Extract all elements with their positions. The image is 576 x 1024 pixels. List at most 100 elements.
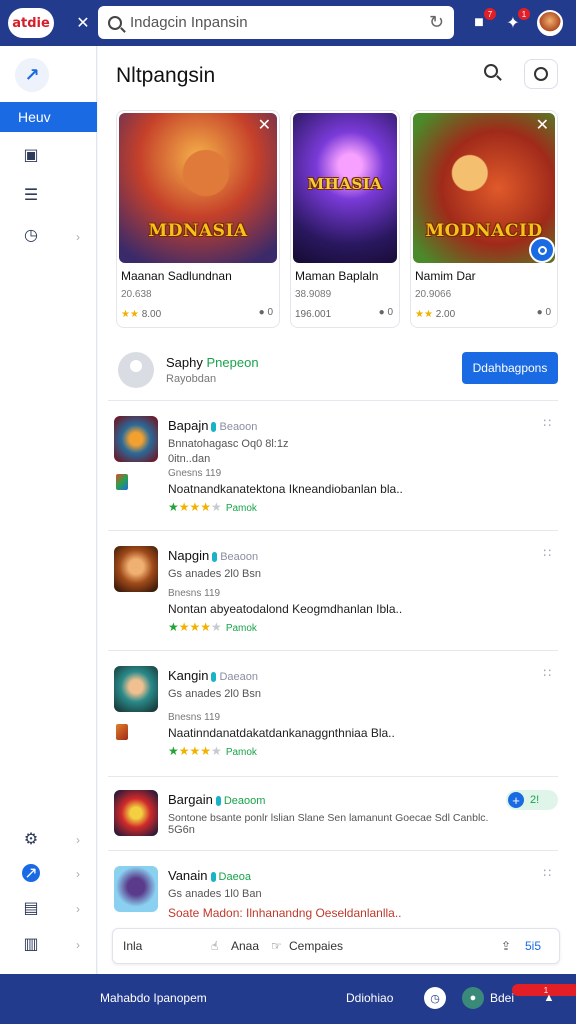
action-info[interactable]: Inla	[123, 939, 142, 953]
action-bar: Inla ☝ Anaa ☞ Cempaies ⇪ 5i5	[112, 928, 560, 964]
search-placeholder: Indagcin Inpansin	[130, 14, 248, 31]
add-pill-button[interactable]: +2!	[506, 790, 558, 810]
globe-icon[interactable]: ●	[462, 987, 484, 1009]
profile-action-button[interactable]: Ddahbagpons	[462, 352, 558, 384]
profile-subtitle: Rayobdan	[166, 373, 217, 385]
game-thumbnail	[114, 666, 158, 712]
compare-icon[interactable]: ☞	[271, 939, 282, 953]
game-thumbnail	[114, 866, 158, 912]
search-input[interactable]: Indagcin Inpansin ↻	[98, 6, 454, 39]
avatar[interactable]	[118, 352, 154, 388]
card-more[interactable]: ● 0	[379, 307, 393, 318]
card-rating: ★★ 2.00	[415, 309, 456, 320]
game-thumbnail	[114, 790, 158, 836]
list-item[interactable]: Bapajn Beaoon Bnnatohagasc Oq0 8l:1z 0itn…	[114, 416, 558, 516]
card-subtitle: 20.638	[121, 289, 152, 300]
game-thumbnail	[114, 546, 158, 592]
calendar-icon[interactable]: ▣	[22, 146, 40, 164]
storefront-icon[interactable]: ▤	[22, 899, 40, 917]
item-description: Soate Madon: Ilnhanandng Oeseldanlanlla.…	[168, 906, 402, 920]
share-icon[interactable]: ↗	[22, 864, 40, 882]
profile-status: Pnepeon	[206, 355, 259, 370]
list-item[interactable]: Bargain Deaoom Sontone bsante ponlr lslia…	[114, 790, 558, 846]
compare-label[interactable]: Cempaies	[289, 939, 343, 953]
search-icon[interactable]	[484, 64, 502, 82]
app-mini-icon	[116, 724, 128, 740]
card-subtitle: 20.9066	[415, 289, 452, 300]
featured-card[interactable]: MODNACID ✕ Namim Dar 20.9066 ★★ 2.00 ● 0	[410, 110, 558, 328]
chat-icon[interactable]	[524, 59, 558, 89]
notifications-icon[interactable]: ■ 7	[466, 8, 496, 36]
app-mini-icon	[116, 474, 128, 490]
artwork-title: MODNACID	[425, 221, 543, 241]
item-meta: Bnesns 119	[168, 712, 221, 723]
footer-title[interactable]: Mahabdo Ipanopem	[100, 991, 207, 1005]
chevron-right-icon[interactable]: ›	[76, 867, 80, 881]
alert-icon[interactable]: ▲	[538, 987, 560, 1009]
inbox-icon[interactable]: ▥	[22, 935, 40, 953]
card-name: Maanan Sadlundnan	[121, 269, 232, 283]
star-icon: ★★	[415, 309, 433, 320]
clock-icon[interactable]: ◷	[424, 987, 446, 1009]
chevron-right-icon[interactable]: ›	[76, 902, 80, 916]
item-rating: ★★★★★ Pamok	[168, 620, 257, 634]
sidebar-item-home[interactable]: Heuv	[0, 102, 97, 132]
chat-bubble-icon[interactable]	[529, 237, 555, 263]
settings-icon[interactable]: ⚙	[22, 830, 40, 848]
main-content: Nltpangsin MDNASIA ✕ Maanan Sadlundnan 2…	[98, 46, 576, 974]
user-avatar[interactable]	[537, 10, 563, 36]
chevron-right-icon[interactable]: ›	[76, 938, 80, 952]
card-name: Maman Baplaln	[295, 269, 379, 283]
profile-row: Saphy Pnepeon Rayobdan Ddahbagpons	[116, 348, 560, 396]
card-name: Namim Dar	[415, 269, 476, 283]
chevron-right-icon[interactable]: ›	[76, 833, 80, 847]
featured-card[interactable]: MDNASIA ✕ Maanan Sadlundnan 20.638 ★★ 8.…	[116, 110, 280, 328]
close-icon[interactable]: ✕	[536, 115, 549, 135]
notifications-badge: 7	[484, 8, 496, 20]
card-more[interactable]: ● 0	[259, 307, 273, 318]
divider	[108, 530, 558, 531]
like-icon[interactable]: ☝	[211, 939, 218, 953]
list-item[interactable]: Vanain Daeoa Gs anades 1l0 Ban Soate Mado…	[114, 866, 558, 922]
drag-handle-icon[interactable]: ∷	[543, 546, 551, 560]
plus-icon: +	[508, 792, 524, 808]
item-meta: Bnesns 119	[168, 588, 221, 599]
drag-handle-icon[interactable]: ∷	[543, 416, 551, 430]
item-title: Kangin Daeaon	[168, 668, 259, 683]
profile-name: Saphy Pnepeon	[166, 355, 259, 370]
featured-card[interactable]: MHASIA Maman Baplaln 38.9089 196.001 ● 0	[290, 110, 400, 328]
clock-icon[interactable]: ◷	[22, 226, 40, 244]
card-more[interactable]: ● 0	[537, 307, 551, 318]
user-switch-icon[interactable]: ✕	[70, 10, 96, 36]
game-artwork: MDNASIA	[119, 113, 277, 263]
sidebar: ↗ Heuv ▣ ☰ ◷ › ⚙ › ↗ › ▤ › ▥ ›	[0, 46, 97, 974]
close-icon[interactable]: ✕	[258, 115, 271, 135]
card-rating: ★★ 8.00	[121, 309, 162, 320]
item-description: Noatnandkanatektona Ikneandiobanlan bla.…	[168, 482, 403, 496]
chevron-right-icon[interactable]: ›	[76, 230, 80, 244]
list-item[interactable]: Napgin Beaoon Gs anades 2l0 Bsn Bnesns 11…	[114, 546, 558, 646]
share-icon[interactable]: ⇪	[501, 939, 511, 953]
game-thumbnail	[114, 416, 158, 462]
item-rating: ★★★★★ Pamok	[168, 744, 257, 758]
sidebar-logo-icon[interactable]: ↗	[15, 58, 49, 92]
messages-icon[interactable]: ✦ 1	[500, 8, 530, 36]
divider	[108, 776, 558, 777]
count-label[interactable]: 5i5	[525, 939, 541, 953]
top-bar: atdie ✕ Indagcin Inpansin ↻ ■ 7 ✦ 1	[0, 0, 576, 46]
list-item[interactable]: Kangin Daeaon Gs anades 2l0 Bsn Bnesns 11…	[114, 666, 558, 766]
drag-handle-icon[interactable]: ∷	[543, 866, 551, 880]
footer-link[interactable]: Ddiohiao	[346, 991, 393, 1005]
drag-handle-icon[interactable]: ∷	[543, 666, 551, 680]
like-label[interactable]: Anaa	[231, 939, 259, 953]
item-title: Bargain Deaoom	[168, 792, 266, 807]
list-icon[interactable]: ☰	[22, 186, 40, 204]
item-meta: Gs anades 2l0 Bsn	[168, 568, 261, 580]
refresh-icon[interactable]: ↻	[429, 12, 444, 33]
item-title: Vanain Daeoa	[168, 868, 251, 883]
artwork-title: MHASIA	[307, 175, 383, 193]
app-logo[interactable]: atdie	[8, 8, 54, 38]
footer-account[interactable]: Bdei	[490, 991, 514, 1005]
item-description: Nontan abyeatodalond Keogmdhanlan Ibla..	[168, 602, 403, 616]
star-icon: ★★	[121, 309, 139, 320]
